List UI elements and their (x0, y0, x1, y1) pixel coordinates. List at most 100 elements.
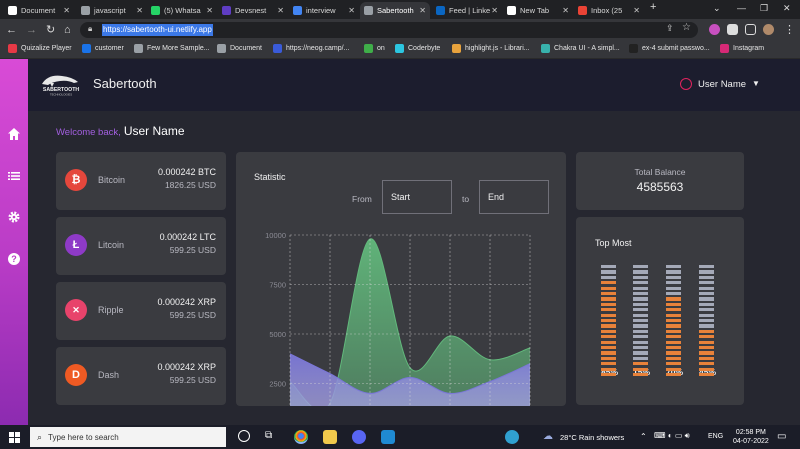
browser-tab[interactable]: Sabertooth ✕ (360, 2, 430, 19)
bookmark-item[interactable]: https://neog.camp/... (273, 44, 349, 53)
bookmark-item[interactable]: Coderbyte (395, 44, 440, 53)
bookmark-item[interactable]: ex-4 submit passwo... (629, 44, 710, 53)
address-bar[interactable]: 🔒︎ https://sabertooth-ui.netlify.app ⇪ ☆ (80, 22, 698, 38)
language-indicator[interactable]: ENG (708, 433, 723, 440)
bookmark-favicon-icon (541, 44, 550, 53)
top-navbar: SABERTOOTH TECHNOLOGIES Sabertooth User … (28, 59, 800, 111)
side-panel-icon[interactable] (745, 24, 756, 35)
bookmark-item[interactable]: Few More Sample... (134, 44, 210, 53)
task-view-icon[interactable]: ⧉ (265, 430, 272, 441)
bookmark-item[interactable]: Chakra UI - A simpl... (541, 44, 620, 53)
bar-segment (601, 329, 616, 333)
tab-title: (5) Whatsa (164, 6, 201, 15)
new-tab-icon[interactable]: + (650, 1, 656, 13)
vscode-icon[interactable] (381, 430, 395, 444)
forward-icon[interactable]: → (26, 23, 37, 37)
bookmark-favicon-icon (134, 44, 143, 53)
coin-amount: 0.000242 LTC (159, 232, 216, 242)
browser-tab[interactable]: Feed | Linke ✕ (432, 2, 502, 19)
minimize-icon[interactable]: — (737, 3, 746, 13)
bar-segment (633, 308, 648, 312)
share-icon[interactable]: ⇪ (666, 23, 674, 34)
chevron-up-icon[interactable]: ⌃ (640, 432, 647, 441)
windows-start-icon[interactable] (9, 432, 20, 443)
help-icon[interactable]: ? (7, 252, 21, 266)
profile-avatar[interactable] (763, 24, 774, 35)
list-icon[interactable] (7, 169, 21, 183)
bar-segment (601, 356, 616, 360)
bar-segment (699, 356, 714, 360)
browser-tab[interactable]: Devsnest ✕ (218, 2, 288, 19)
close-tab-icon[interactable]: ✕ (206, 6, 213, 15)
close-tab-icon[interactable]: ✕ (562, 6, 569, 15)
end-date-input[interactable]: End (479, 180, 549, 214)
chrome-taskbar-icon[interactable] (294, 430, 308, 444)
bookmark-item[interactable]: Quizalize Player (8, 44, 72, 53)
user-name[interactable]: User Name (698, 79, 746, 90)
coin-usd: 599.25 USD (169, 245, 216, 255)
bar-segment (601, 319, 616, 323)
globe-icon (81, 6, 90, 15)
gear-icon[interactable] (7, 210, 21, 224)
maximize-icon[interactable]: ❐ (760, 3, 768, 14)
weather-text[interactable]: 28°C Rain showers (560, 433, 624, 442)
notifications-icon[interactable]: ▭ (777, 431, 786, 442)
menu-kebab-icon[interactable]: ⋮ (784, 23, 795, 37)
coin-card[interactable]: ₿ Bitcoin 0.000242 BTC 1826.25 USD (56, 152, 226, 210)
close-window-icon[interactable]: ✕ (783, 3, 791, 14)
close-tab-icon[interactable]: ✕ (348, 6, 355, 15)
reload-icon[interactable]: ↻ (46, 23, 55, 37)
browser-tab[interactable]: (5) Whatsa ✕ (147, 2, 217, 19)
home-icon[interactable] (7, 127, 21, 141)
browser-tab[interactable]: Inbox (25 ✕ (574, 2, 644, 19)
bookmark-item[interactable]: on (364, 44, 385, 53)
taskbar-search[interactable]: ⌕ Type here to search (30, 427, 226, 447)
bar-segment (601, 373, 616, 377)
browser-tab[interactable]: interview ✕ (289, 2, 359, 19)
bar-segment (666, 302, 681, 306)
browser-tab[interactable]: Document ✕ (4, 2, 74, 19)
bookmark-item[interactable]: highlight.js - Librari... (452, 44, 530, 53)
cortana-icon[interactable] (238, 430, 250, 442)
browser-tab[interactable]: javascript ✕ (77, 2, 147, 19)
devsnest-icon (222, 6, 231, 15)
close-tab-icon[interactable]: ✕ (136, 6, 143, 15)
tray-icons[interactable]: ⌨ ◐ ▭ 🔊︎ (654, 431, 690, 441)
browser-tab[interactable]: New Tab ✕ (503, 2, 573, 19)
coin-card[interactable]: Ł Litcoin 0.000242 LTC 599.25 USD (56, 217, 226, 275)
discord-icon[interactable] (352, 430, 366, 444)
coin-usd: 1826.25 USD (164, 180, 216, 190)
tab-search-icon[interactable]: ⌄ (713, 3, 721, 14)
sabertooth-icon (364, 6, 373, 15)
bookmark-item[interactable]: Document (217, 44, 262, 53)
bar-segment (666, 324, 681, 328)
close-tab-icon[interactable]: ✕ (419, 6, 426, 15)
bookmark-favicon-icon (452, 44, 461, 53)
brand-name: Sabertooth (93, 76, 157, 91)
close-tab-icon[interactable]: ✕ (633, 6, 640, 15)
sabertooth-logo: SABERTOOTH TECHNOLOGIES (42, 75, 79, 97)
file-explorer-icon[interactable] (323, 430, 337, 444)
bookmark-star-icon[interactable]: ☆ (682, 22, 691, 33)
bookmark-item[interactable]: Instagram (720, 44, 764, 53)
bar-segment (601, 275, 616, 279)
start-date-input[interactable]: Start (382, 180, 452, 214)
url-text[interactable]: https://sabertooth-ui.netlify.app (102, 24, 213, 36)
coin-card[interactable]: ✕ Ripple 0.000242 XRP 599.25 USD (56, 282, 226, 340)
clock[interactable]: 02:58 PM 04-07-2022 (733, 428, 769, 446)
bar-segment (633, 340, 648, 344)
extensions-puzzle-icon[interactable] (727, 24, 738, 35)
caret-down-icon[interactable]: ▼ (752, 79, 760, 88)
bar-segment (633, 275, 648, 279)
close-tab-icon[interactable]: ✕ (491, 6, 498, 15)
user-icon[interactable] (680, 78, 692, 90)
extension-icon[interactable] (709, 24, 720, 35)
close-tab-icon[interactable]: ✕ (63, 6, 70, 15)
bookmark-item[interactable]: customer (82, 44, 124, 53)
help-tray-icon[interactable] (505, 430, 519, 444)
coin-card[interactable]: D Dash 0.000242 XRP 599.25 USD (56, 347, 226, 405)
bookmark-favicon-icon (629, 44, 638, 53)
back-icon[interactable]: ← (6, 23, 17, 37)
home-icon[interactable]: ⌂ (64, 23, 71, 37)
close-tab-icon[interactable]: ✕ (277, 6, 284, 15)
